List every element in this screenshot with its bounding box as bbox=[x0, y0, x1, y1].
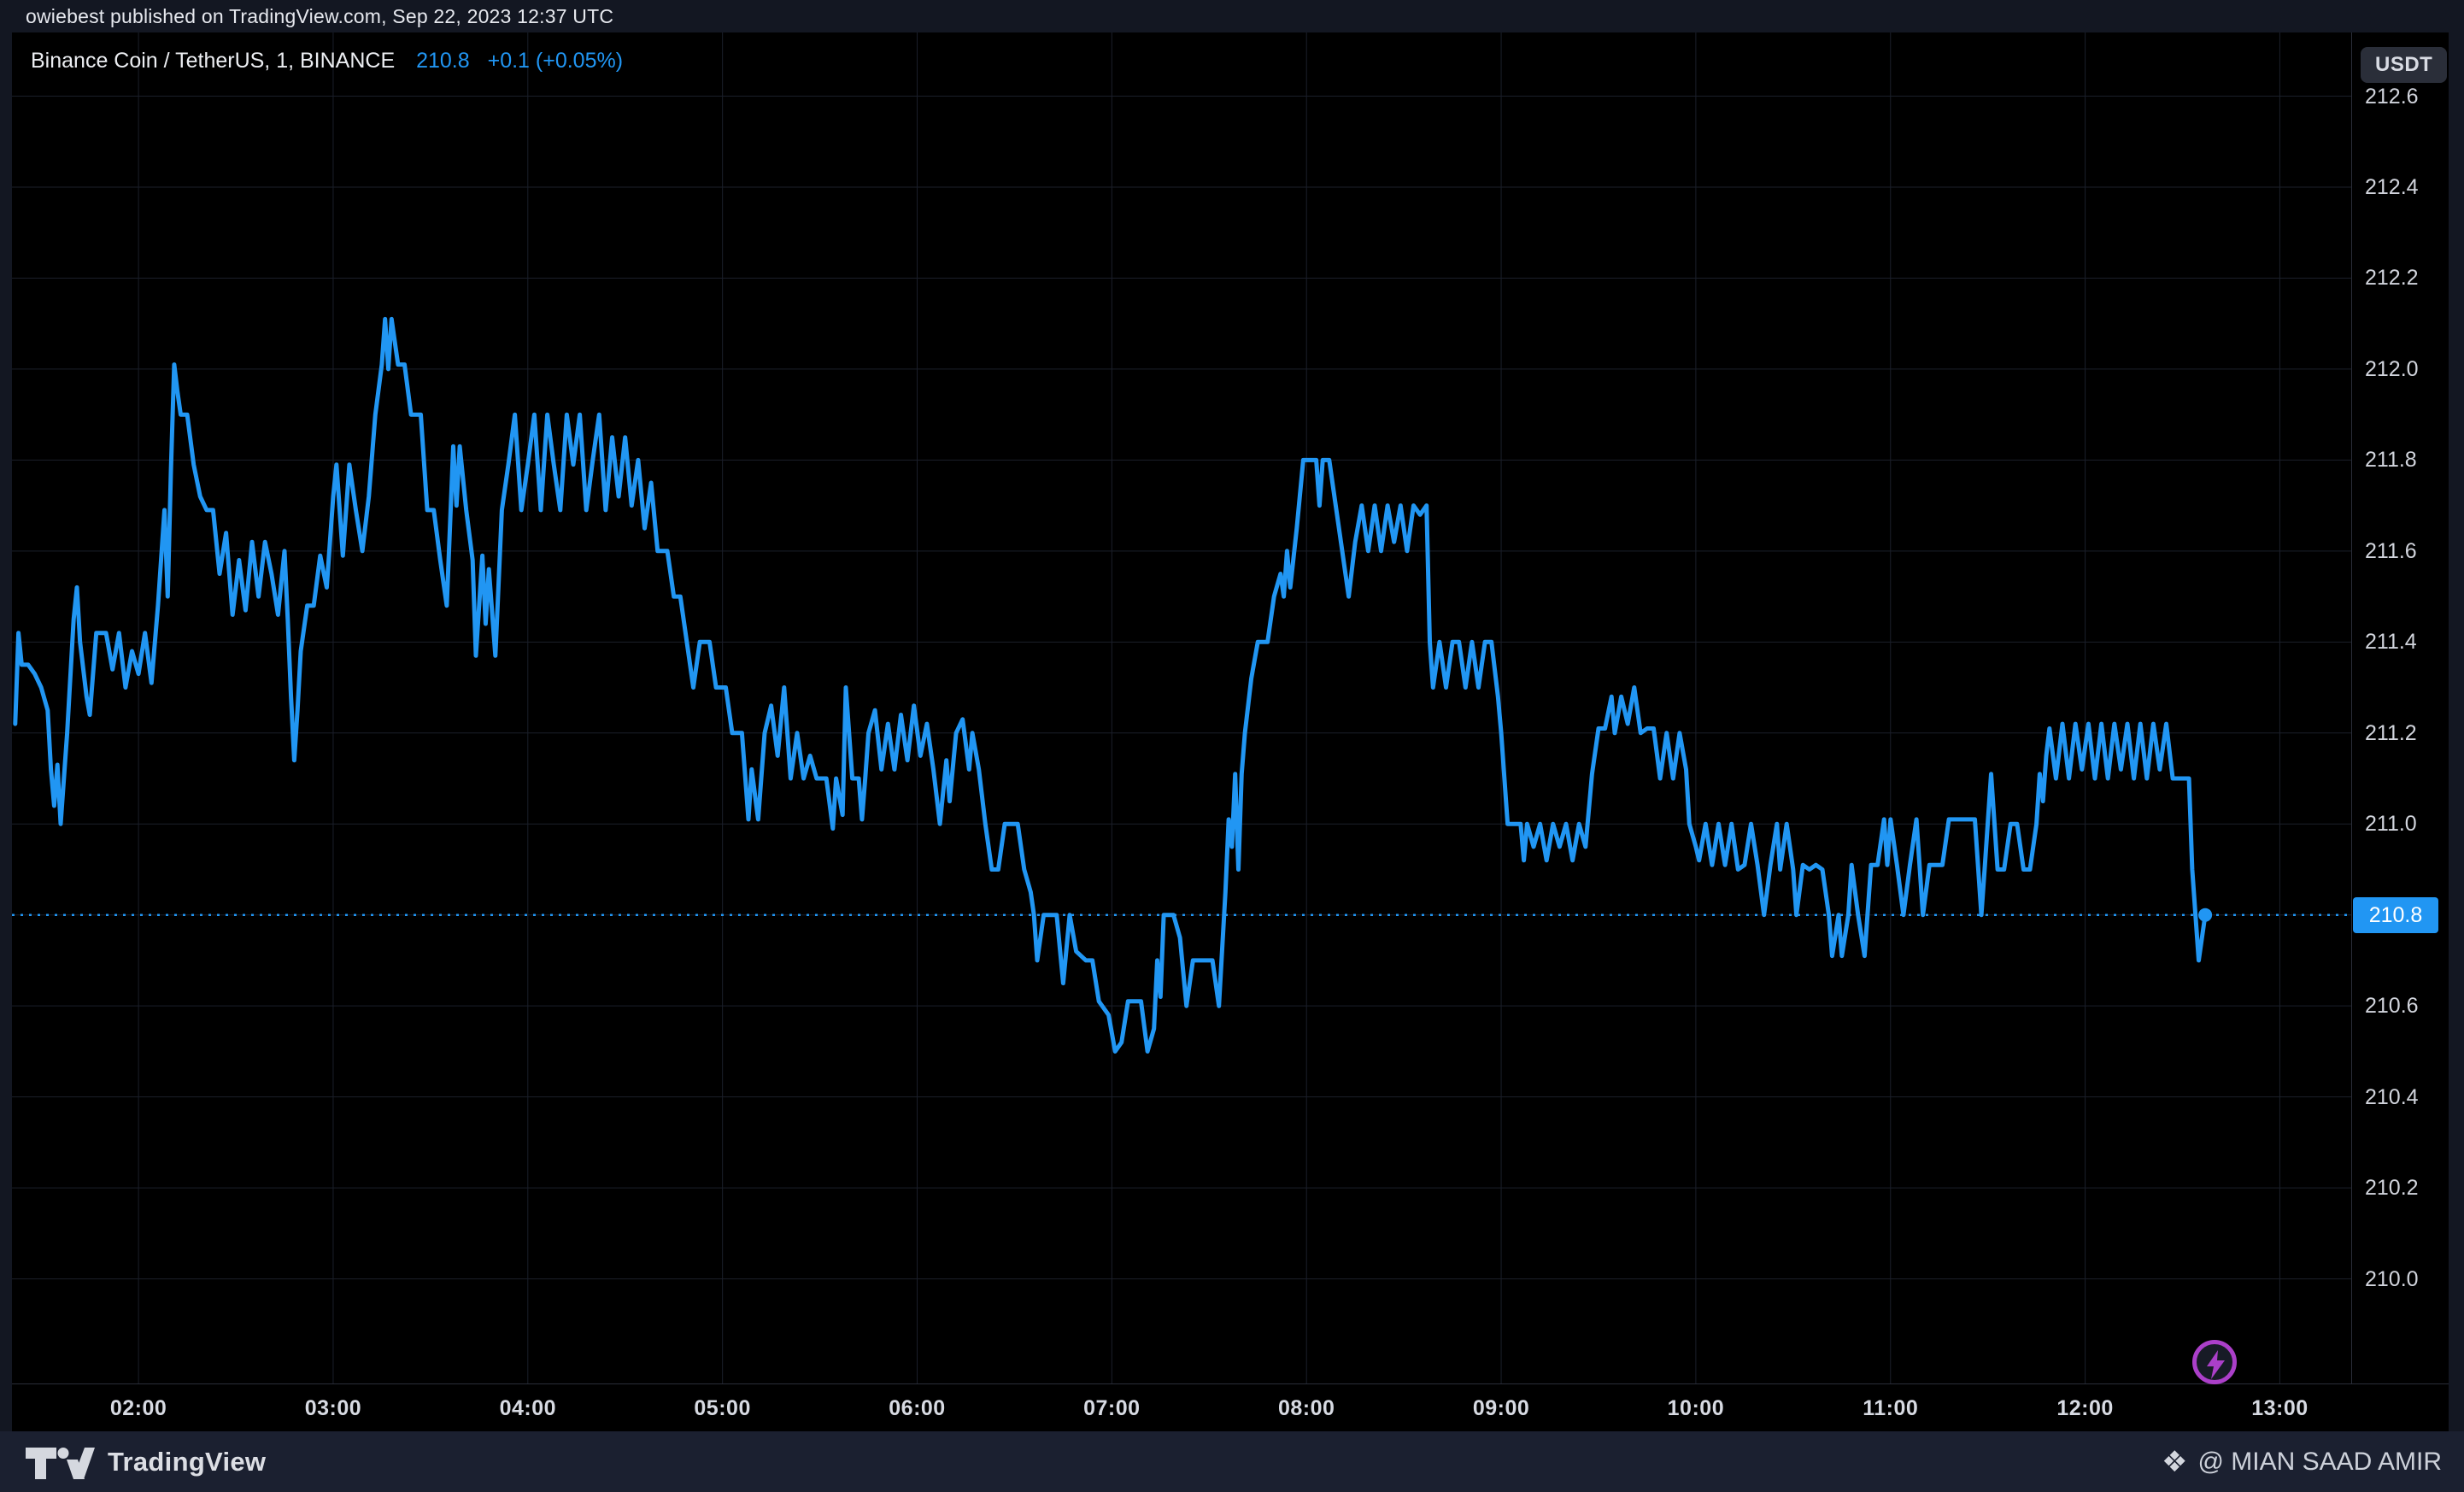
price-axis-label: 212.0 bbox=[2365, 356, 2459, 382]
time-axis-label: 04:00 bbox=[481, 1395, 575, 1421]
binance-diamond-icon: ❖ bbox=[2162, 1445, 2187, 1479]
price-axis-label: 212.4 bbox=[2365, 174, 2459, 200]
price-axis-label: 211.8 bbox=[2365, 447, 2459, 473]
price-axis-label: 210.2 bbox=[2365, 1175, 2459, 1201]
price-series-line bbox=[15, 319, 2205, 1051]
lightning-icon bbox=[2203, 1349, 2229, 1380]
publish-idea-button[interactable] bbox=[2192, 1340, 2237, 1384]
author-attribution: ❖ @ MIAN SAAD AMIR bbox=[2162, 1431, 2442, 1492]
time-axis-label: 02:00 bbox=[91, 1395, 185, 1421]
last-price-tag: 210.8 bbox=[2353, 897, 2438, 933]
time-axis-separator bbox=[12, 1383, 2449, 1384]
tradingview-wordmark: TradingView bbox=[108, 1447, 266, 1477]
price-axis-label: 211.4 bbox=[2365, 629, 2459, 655]
price-axis-label: 210.4 bbox=[2365, 1084, 2459, 1110]
time-axis-label: 11:00 bbox=[1844, 1395, 1938, 1421]
time-axis-label: 08:00 bbox=[1259, 1395, 1353, 1421]
time-axis-label: 06:00 bbox=[871, 1395, 965, 1421]
price-axis-separator bbox=[2351, 32, 2352, 1383]
price-axis-label: 211.6 bbox=[2365, 538, 2459, 564]
price-axis-label: 212.2 bbox=[2365, 265, 2459, 291]
tradingview-logo[interactable]: TradingView bbox=[24, 1431, 266, 1492]
author-name: @ MIAN SAAD AMIR bbox=[2198, 1448, 2443, 1477]
price-axis-label: 210.0 bbox=[2365, 1266, 2459, 1292]
currency-unit-badge[interactable]: USDT bbox=[2361, 47, 2447, 83]
price-axis-label: 212.6 bbox=[2365, 84, 2459, 109]
price-axis-label: 211.2 bbox=[2365, 720, 2459, 746]
time-axis-label: 09:00 bbox=[1454, 1395, 1548, 1421]
price-axis-label: 211.0 bbox=[2365, 811, 2459, 837]
footer-bar: TradingView ❖ @ MIAN SAAD AMIR bbox=[0, 1431, 2464, 1492]
tradingview-logo-icon bbox=[24, 1442, 96, 1482]
legend-last-price: 210.8 bbox=[416, 49, 470, 73]
symbol-legend[interactable]: Binance Coin / TetherUS, 1, BINANCE 210.… bbox=[31, 49, 623, 73]
time-axis-label: 05:00 bbox=[676, 1395, 770, 1421]
last-price-dot bbox=[2198, 908, 2212, 922]
time-axis-label: 07:00 bbox=[1065, 1395, 1159, 1421]
tradingview-screenshot: owiebest published on TradingView.com, S… bbox=[0, 0, 2464, 1492]
symbol-title[interactable]: Binance Coin / TetherUS, 1, BINANCE bbox=[31, 49, 395, 73]
time-axis-label: 13:00 bbox=[2232, 1395, 2326, 1421]
legend-change: +0.1 (+0.05%) bbox=[488, 49, 623, 73]
price-axis-label: 210.6 bbox=[2365, 993, 2459, 1019]
time-axis-label: 12:00 bbox=[2039, 1395, 2133, 1421]
time-axis-label: 03:00 bbox=[286, 1395, 380, 1421]
time-axis-label: 10:00 bbox=[1649, 1395, 1743, 1421]
price-line-chart[interactable] bbox=[0, 0, 2464, 1492]
